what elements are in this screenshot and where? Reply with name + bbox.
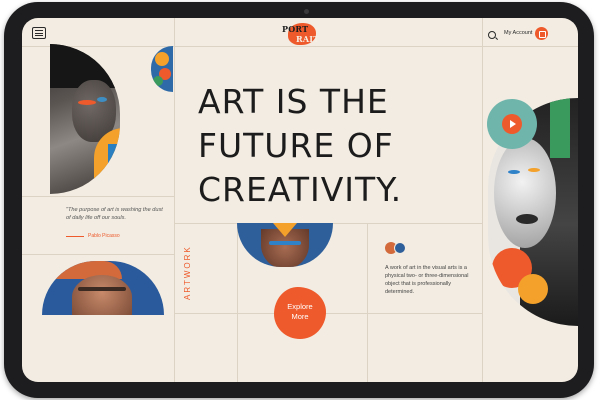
logo-text-bottom: RAIT — [296, 34, 320, 44]
play-icon[interactable] — [502, 114, 522, 134]
grid-line — [22, 196, 174, 197]
search-icon[interactable] — [488, 31, 496, 39]
tablet-frame: PORT RAIT My Account ART IS THE FUTURE O… — [4, 2, 594, 398]
artwork-label: ARTWORK — [183, 245, 192, 300]
hero-line-1: ART IS THE — [198, 82, 389, 121]
explore-label-1: Explore — [287, 302, 313, 311]
play-badge[interactable] — [490, 102, 534, 146]
grid-line — [367, 223, 368, 382]
artwork-thumbnails — [385, 242, 411, 256]
artwork-description: A work of art in the visual arts is a ph… — [385, 265, 469, 295]
portrait-center-bottom — [237, 223, 333, 267]
grid-line — [22, 254, 174, 255]
portrait-left-top — [50, 44, 120, 194]
hero-heading: ART IS THE FUTURE OF CREATIVITY. — [198, 80, 488, 212]
my-account-link[interactable]: My Account — [504, 30, 532, 36]
screen: PORT RAIT My Account ART IS THE FUTURE O… — [22, 18, 578, 382]
front-camera — [304, 9, 309, 14]
hero-line-3: CREATIVITY. — [198, 170, 403, 209]
grid-line — [174, 18, 175, 382]
menu-icon[interactable] — [32, 27, 46, 39]
grid-line — [237, 223, 238, 382]
portrait-small-top — [151, 46, 173, 92]
hero-line-2: FUTURE OF — [198, 126, 394, 165]
grid-line — [174, 313, 482, 314]
logo[interactable]: PORT RAIT — [280, 22, 324, 46]
logo-text-top: PORT — [282, 24, 309, 34]
explore-more-button[interactable]: Explore More — [274, 287, 326, 339]
quote-text: "The purpose of art is washing the dust … — [66, 207, 163, 221]
bag-icon[interactable] — [535, 27, 548, 40]
explore-label-2: More — [291, 312, 309, 321]
quote-author: Pablo Picasso — [66, 233, 120, 239]
portrait-left-bottom — [42, 261, 164, 315]
grid-line — [22, 46, 578, 47]
